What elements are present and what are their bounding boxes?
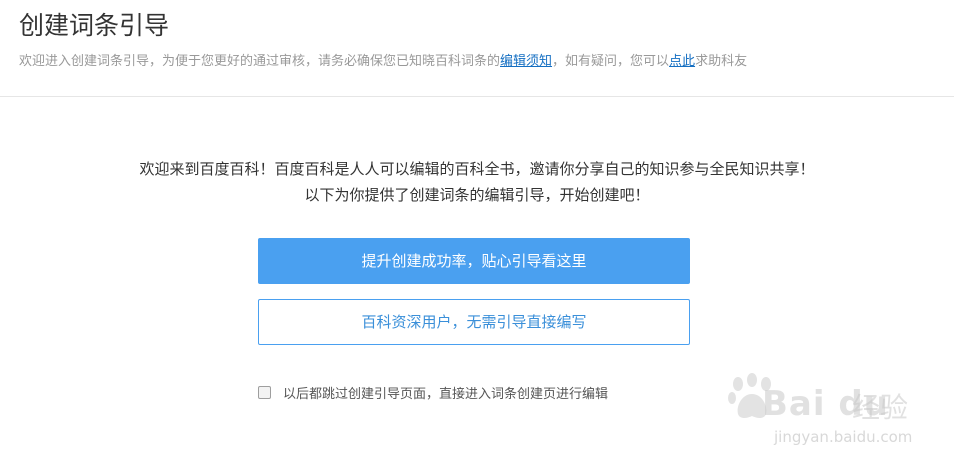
welcome-message: 欢迎来到百度百科！百度百科是人人可以编辑的百科全书，邀请你分享自己的知识参与全民… [0,156,954,208]
subtitle-text-1: 欢迎进入创建词条引导，为便于您更好的通过审核，请务必确保您已知晓百科词条的 [19,54,501,69]
edit-rules-link[interactable]: 编辑须知 [500,54,552,69]
page-title: 创建词条引导 [19,11,170,40]
guided-create-button[interactable]: 提升创建成功率，贴心引导看这里 [258,238,690,284]
header-subtitle: 欢迎进入创建词条引导，为便于您更好的通过审核，请务必确保您已知晓百科词条的编辑须… [19,52,747,72]
subtitle-text-3: 求助科友 [695,54,748,69]
skip-guide-checkbox[interactable] [258,385,271,399]
subtitle-text-2: ，如有疑问，您可以 [552,54,670,69]
welcome-line-1: 欢迎来到百度百科！百度百科是人人可以编辑的百科全书，邀请你分享自己的知识参与全民… [139,160,815,178]
watermark-url: jingyan.baidu.com [774,428,913,446]
click-here-link[interactable]: 点此 [669,54,695,69]
skip-guide-label: 以后都跳过创建引导页面，直接进入词条创建页进行编辑 [283,386,609,402]
skip-guide-row[interactable]: 以后都跳过创建引导页面，直接进入词条创建页进行编辑 [258,381,608,403]
watermark-brand-cn: 经验 [852,391,909,424]
watermark: Bai du 经验 jingyan.baidu.com [724,368,914,454]
welcome-line-2: 以下为你提供了创建词条的编辑引导，开始创建吧！ [304,186,650,204]
direct-write-button[interactable]: 百科资深用户，无需引导直接编写 [258,299,690,345]
page-header: 创建词条引导 欢迎进入创建词条引导，为便于您更好的通过审核，请务必确保您已知晓百… [0,0,954,97]
